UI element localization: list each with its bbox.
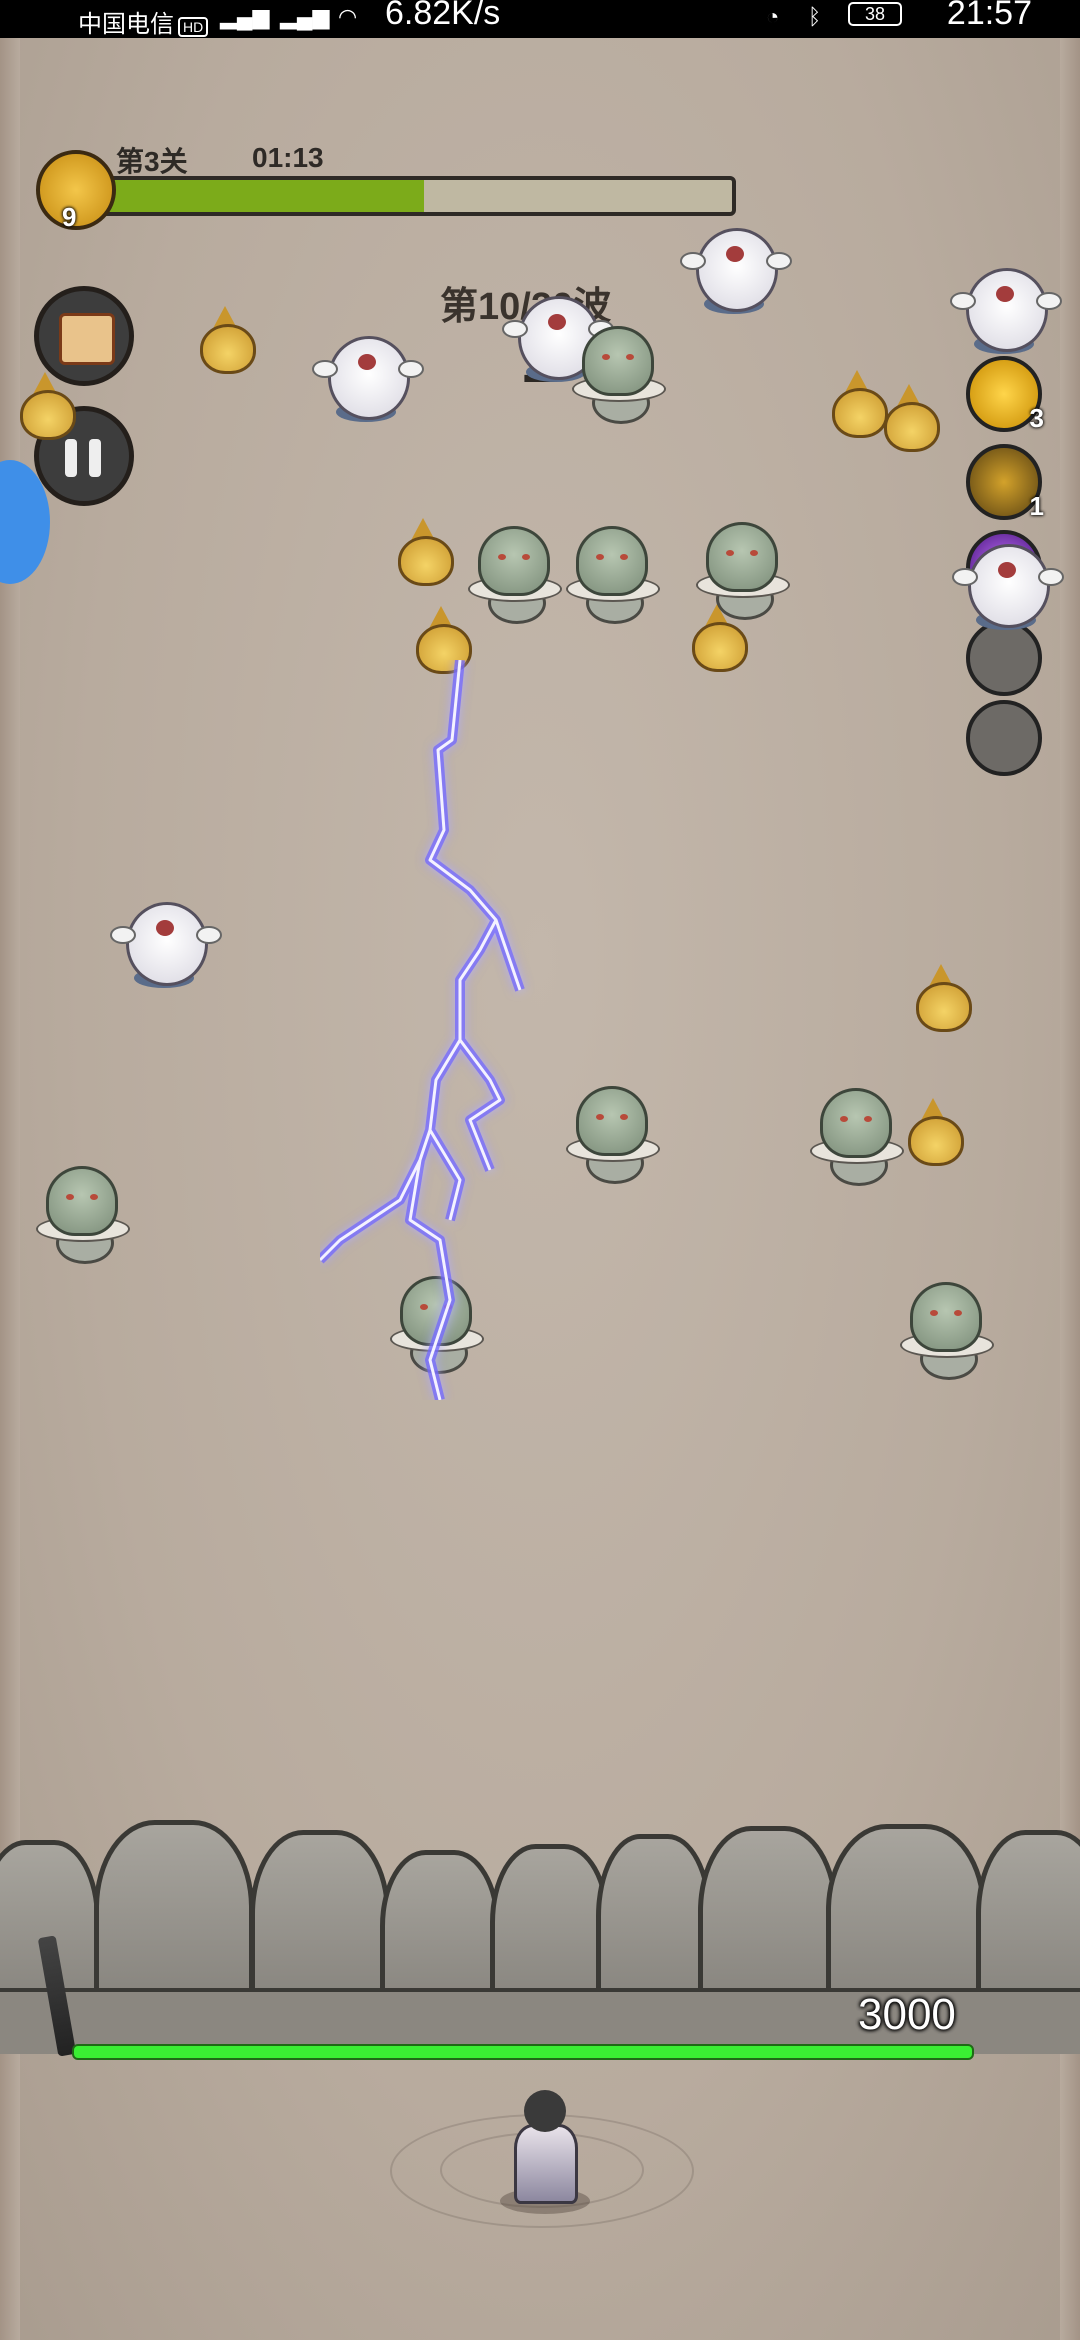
empty-skill-slot[interactable] <box>966 700 1042 776</box>
lightning-bolt-effect <box>320 660 525 1400</box>
hero-robe <box>514 2124 578 2204</box>
alarm-icon: ◔ <box>766 4 780 29</box>
yellow-bird-enemy <box>902 1098 964 1166</box>
level-badge: 9 <box>62 202 77 232</box>
stage-progress-fill <box>104 180 425 212</box>
stage-timer: 01:13 <box>252 142 324 173</box>
white-beast-enemy <box>312 330 424 424</box>
wifi-icon: ◠ <box>338 4 358 29</box>
signal-icon: ▂▄▆ <box>280 4 330 29</box>
ghost-serpent-enemy <box>468 526 562 626</box>
network-speed: 6.82K/s <box>385 0 501 32</box>
pause-icon <box>65 439 77 477</box>
scroll-icon <box>59 313 115 365</box>
clock: 21:57 <box>946 0 1032 32</box>
carrier-label: 中国电信 HD <box>78 4 209 39</box>
ghost-serpent-enemy <box>696 522 790 622</box>
ghost-serpent-enemy <box>810 1088 904 1188</box>
golden-wing-skill-button[interactable]: 3 <box>966 356 1044 433</box>
ghost-serpent-enemy <box>572 326 666 426</box>
skill-count: 1 <box>1029 491 1044 521</box>
hd-badge: HD <box>178 17 209 37</box>
bluetooth-icon: ᛒ <box>808 4 822 29</box>
white-beast-enemy <box>952 538 1064 632</box>
scroll-menu-button[interactable] <box>34 286 134 386</box>
wall-hp-value: 3000 <box>858 1990 956 2039</box>
yellow-bird-enemy <box>194 306 256 374</box>
hero-character[interactable] <box>500 2090 590 2214</box>
pause-icon <box>89 439 101 477</box>
stage-title: 第3关 <box>116 146 188 177</box>
white-beast-enemy <box>950 262 1062 356</box>
stage-progress-bar <box>100 176 736 216</box>
ghost-serpent-enemy <box>900 1282 994 1382</box>
yellow-bird-enemy <box>910 964 972 1032</box>
yellow-bird-enemy <box>878 384 940 452</box>
battery-icon: 38 <box>848 2 902 26</box>
ghost-serpent-enemy <box>566 1086 660 1186</box>
carrier-text: 中国电信 <box>78 11 174 38</box>
white-beast-enemy <box>680 222 792 316</box>
yellow-bird-enemy <box>14 372 76 440</box>
signal-icon: ▂▄▆ <box>220 4 270 29</box>
white-beast-enemy <box>110 896 222 990</box>
wall-hp-bar <box>72 2044 974 2060</box>
status-bar: 中国电信 HD ▂▄▆ ▂▄▆ ◠ 6.82K/s ◔ ᛒ 38 21:57 <box>0 0 1080 38</box>
yellow-bird-enemy <box>392 518 454 586</box>
ghost-serpent-enemy <box>566 526 660 626</box>
ghost-serpent-enemy <box>36 1166 130 1266</box>
lightning-skill-button[interactable]: 1 <box>966 444 1044 521</box>
hero-head <box>524 2090 566 2132</box>
skill-count: 3 <box>1029 403 1044 433</box>
level-emblem-icon: 9 <box>36 150 116 232</box>
